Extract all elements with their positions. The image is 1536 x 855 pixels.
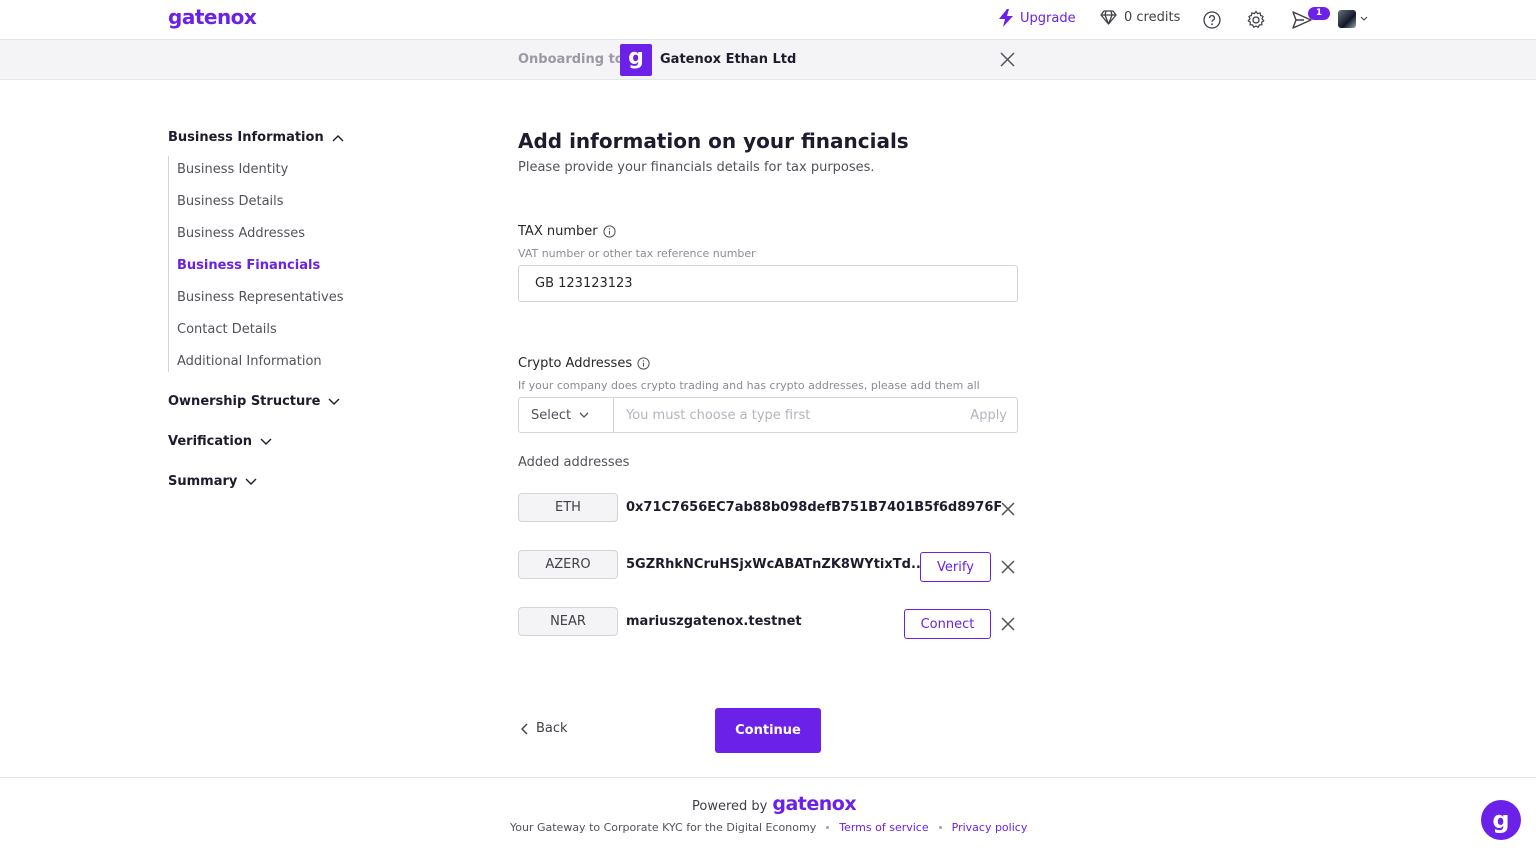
remove-address-icon[interactable] <box>1000 501 1016 517</box>
terms-link[interactable]: Terms of service <box>839 821 928 834</box>
page-title: Add information on your financials <box>518 129 909 153</box>
upgrade-button[interactable]: Upgrade <box>998 9 1076 27</box>
chevron-up-icon <box>332 134 344 141</box>
footer-links: Your Gateway to Corporate KYC for the Di… <box>510 821 1027 834</box>
remove-address-icon[interactable] <box>1000 616 1016 632</box>
sidebar-item-business-details[interactable]: Business Details <box>177 194 284 209</box>
separator-dot <box>826 826 830 829</box>
crypto-addresses-label-text: Crypto Addresses <box>518 356 633 371</box>
tax-number-input[interactable]: GB 123123123 <box>518 265 1018 302</box>
gatenox-logo[interactable]: gatenox <box>168 5 257 29</box>
added-addresses-label: Added addresses <box>518 455 630 470</box>
footer <box>0 777 1536 855</box>
company-logo: g <box>620 44 652 76</box>
tax-number-hint: VAT number or other tax reference number <box>518 247 756 260</box>
crypto-address-input-group: Select You must choose a type first Appl… <box>518 397 1018 433</box>
apply-button[interactable]: Apply <box>970 398 1017 432</box>
info-icon[interactable] <box>603 225 616 238</box>
tax-number-label: TAX number <box>518 224 616 239</box>
crypto-address-input[interactable]: You must choose a type first <box>614 398 970 432</box>
company-name: Gatenox Ethan Ltd <box>660 52 797 67</box>
sidebar-item-additional-information[interactable]: Additional Information <box>177 354 322 369</box>
powered-by: Powered by gatenox <box>692 793 857 815</box>
crypto-address-value: 0x71C7656EC7ab88b098defB751B7401B5f6d897… <box>626 500 1003 515</box>
sidebar-item-business-identity[interactable]: Business Identity <box>177 162 288 177</box>
chevron-down-icon <box>260 438 272 445</box>
help-button[interactable] <box>1201 9 1223 31</box>
remove-address-icon[interactable] <box>1000 559 1016 575</box>
sidebar-group-label: Business Information <box>168 130 324 145</box>
onboarding-label: Onboarding to: <box>518 52 629 67</box>
sidebar-group-verification[interactable]: Verification <box>168 434 272 449</box>
separator-dot <box>938 826 942 829</box>
settings-button[interactable] <box>1245 9 1267 31</box>
crypto-type-tag: NEAR <box>518 607 618 636</box>
sidebar-item-contact-details[interactable]: Contact Details <box>177 322 277 337</box>
back-label: Back <box>536 721 568 736</box>
powered-by-label: Powered by <box>692 799 768 814</box>
footer-tagline: Your Gateway to Corporate KYC for the Di… <box>510 821 817 834</box>
upgrade-label: Upgrade <box>1020 10 1076 26</box>
crypto-type-select[interactable]: Select <box>519 398 614 432</box>
page-subtitle: Please provide your financials details f… <box>518 160 875 175</box>
top-navbar: gatenox Upgrade 0 credits 1 <box>0 0 1536 40</box>
crypto-type-tag: AZERO <box>518 550 618 579</box>
gear-icon <box>1247 10 1265 28</box>
sidebar-item-business-financials[interactable]: Business Financials <box>177 258 320 273</box>
sidebar-group-ownership-structure[interactable]: Ownership Structure <box>168 394 340 409</box>
close-icon[interactable] <box>999 51 1016 68</box>
sidebar-group-business-information[interactable]: Business Information <box>168 130 344 145</box>
crypto-address-value: 5GZRhkNCruHSjxWcABATnZK8WYtixTd... <box>626 557 926 572</box>
credits-indicator[interactable]: 0 credits <box>1100 10 1180 25</box>
sidebar-group-label: Summary <box>168 474 238 489</box>
chevron-down-icon <box>579 412 589 418</box>
credits-label: 0 credits <box>1124 10 1181 25</box>
sidebar-group-label: Ownership Structure <box>168 394 321 409</box>
privacy-link[interactable]: Privacy policy <box>952 821 1028 834</box>
crypto-address-value: mariuszgatenox.testnet <box>626 614 802 629</box>
crypto-type-tag: ETH <box>518 493 618 522</box>
help-icon <box>1203 11 1221 29</box>
crypto-addresses-hint: If your company does crypto trading and … <box>518 379 980 392</box>
footer-logo: gatenox <box>772 793 857 815</box>
crypto-addresses-label: Crypto Addresses <box>518 356 650 371</box>
continue-button[interactable]: Continue <box>715 708 821 753</box>
chevron-left-icon <box>521 723 528 734</box>
sidebar-group-summary[interactable]: Summary <box>168 474 257 489</box>
sidebar-item-business-representatives[interactable]: Business Representatives <box>177 290 343 305</box>
info-icon[interactable] <box>637 357 650 370</box>
onboarding-bar: Onboarding to: g Gatenox Ethan Ltd <box>0 40 1536 80</box>
crypto-type-select-label: Select <box>531 407 572 423</box>
chevron-down-icon <box>328 398 340 405</box>
chevron-down-icon[interactable] <box>1360 16 1368 22</box>
lightning-icon <box>999 9 1013 27</box>
diamond-icon <box>1100 10 1117 25</box>
tax-number-label-text: TAX number <box>518 224 598 239</box>
sidebar-group-label: Verification <box>168 434 253 449</box>
notification-count-badge: 1 <box>1308 7 1330 20</box>
chevron-down-icon <box>245 478 257 485</box>
verify-button[interactable]: Verify <box>920 552 991 582</box>
chat-widget-button[interactable]: g <box>1481 800 1521 840</box>
sidebar-item-business-addresses[interactable]: Business Addresses <box>177 226 305 241</box>
connect-button[interactable]: Connect <box>904 609 991 639</box>
user-avatar[interactable] <box>1338 10 1356 28</box>
back-button[interactable]: Back <box>520 721 568 736</box>
